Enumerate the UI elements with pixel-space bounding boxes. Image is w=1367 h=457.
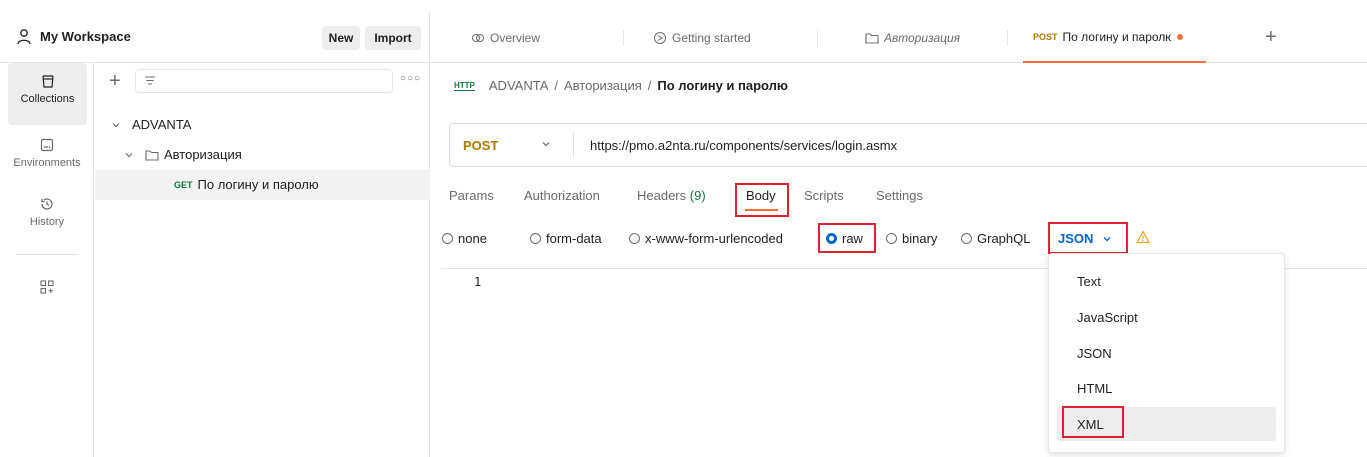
rail-history-label: History: [29, 216, 65, 228]
tab-headers[interactable]: Headers (9): [637, 188, 706, 203]
radio-graphql-label: GraphQL: [977, 231, 1031, 246]
radio-none-label: none: [458, 231, 487, 246]
headers-count: (9): [689, 188, 706, 203]
rail-divider: [16, 254, 78, 255]
rail-environments[interactable]: Environments: [0, 137, 94, 187]
method-select[interactable]: POST: [463, 138, 498, 153]
add-workbench-icon: [40, 280, 54, 294]
tab-getting-started-label: Getting started: [672, 30, 751, 45]
tree-request-row[interactable]: GET По логину и паролю: [174, 177, 319, 192]
chevron-down-icon[interactable]: [540, 138, 552, 150]
rail-history[interactable]: History: [0, 196, 94, 246]
radio-urlencoded[interactable]: x-www-form-urlencoded: [629, 231, 783, 246]
tree-collection-row[interactable]: ADVANTA: [111, 117, 191, 132]
radio-circle-icon: [442, 233, 453, 244]
highlight-box-json: [1048, 222, 1128, 254]
tab-active-request[interactable]: POST По логину и паролю: [1023, 12, 1206, 63]
rail-collections-label: Collections: [20, 93, 75, 105]
tab-getting-started[interactable]: Getting started: [653, 12, 751, 63]
collections-panel: + ○○○ ADVANTA Авторизация GET По логину …: [95, 63, 430, 457]
tab-scripts[interactable]: Scripts: [804, 188, 844, 203]
tab-method-badge: POST: [1033, 31, 1058, 42]
radio-form-data-label: form-data: [546, 231, 602, 246]
chevron-down-icon: [125, 152, 133, 157]
dropdown-item-html[interactable]: HTML: [1057, 371, 1276, 405]
history-icon: [41, 198, 53, 210]
request-name: По логину и паролю: [197, 177, 319, 192]
tab-params[interactable]: Params: [449, 188, 494, 203]
tab-headers-label: Headers: [637, 188, 687, 203]
radio-graphql[interactable]: GraphQL: [961, 231, 1030, 246]
tab-authorization[interactable]: Authorization: [524, 188, 600, 203]
radio-binary[interactable]: binary: [886, 231, 937, 246]
breadcrumb-separator: /: [554, 78, 558, 93]
line-number: 1: [474, 275, 482, 289]
http-icon: HTTP: [454, 80, 475, 91]
filter-icon: [145, 76, 155, 85]
filter-input[interactable]: [135, 69, 393, 93]
rail-environments-label: Environments: [13, 157, 81, 169]
tabs-bar: Overview Getting started Авторизация POS…: [431, 12, 1367, 63]
chevron-down-icon: [112, 122, 120, 127]
breadcrumb-separator: /: [647, 78, 652, 93]
radio-circle-icon: [961, 233, 972, 244]
url-input[interactable]: https://pmo.a2nta.ru/components/services…: [590, 138, 897, 153]
breadcrumb-collection[interactable]: ADVANTA: [489, 78, 548, 93]
add-collection-icon[interactable]: +: [109, 71, 121, 91]
editor-gutter: 1: [441, 269, 497, 457]
tab-separator: [817, 30, 818, 46]
rail-collections[interactable]: Collections: [8, 63, 87, 125]
unsaved-dot-icon: [1176, 33, 1183, 40]
radio-none[interactable]: none: [442, 231, 487, 246]
radio-circle-icon: [886, 233, 897, 244]
breadcrumb: HTTP ADVANTA / Авторизация / По логину и…: [454, 78, 788, 93]
environments-icon: [40, 138, 54, 152]
tab-separator: [1007, 30, 1008, 46]
tab-separator: [623, 30, 624, 46]
folder-icon: [145, 149, 159, 161]
overview-icon: [472, 33, 484, 42]
tab-folder[interactable]: Авторизация: [865, 12, 960, 63]
breadcrumb-current[interactable]: По логину и паролю: [657, 78, 788, 93]
collections-icon: [41, 75, 54, 88]
top-strip: [0, 0, 1367, 12]
method-badge: GET: [174, 179, 193, 190]
radio-circle-icon: [629, 233, 640, 244]
highlight-box-xml: [1062, 406, 1124, 438]
radio-binary-label: binary: [902, 231, 938, 246]
user-icon: [17, 29, 31, 45]
add-tab-icon[interactable]: +: [1265, 26, 1277, 49]
highlight-box-body: [735, 183, 789, 217]
highlight-box-raw: [818, 223, 876, 253]
radio-circle-icon: [530, 233, 541, 244]
folder-icon: [865, 32, 879, 44]
dropdown-item-json[interactable]: JSON: [1057, 336, 1276, 370]
tab-folder-label: Авторизация: [884, 30, 961, 45]
dropdown-item-text[interactable]: Text: [1057, 264, 1276, 298]
folder-name: Авторизация: [164, 147, 242, 162]
radio-urlencoded-label: x-www-form-urlencoded: [645, 231, 783, 246]
url-divider: [573, 132, 574, 158]
tab-settings[interactable]: Settings: [876, 188, 923, 203]
tree-folder-row[interactable]: Авторизация: [124, 147, 242, 162]
breadcrumb-folder[interactable]: Авторизация: [564, 78, 642, 93]
workspace-header: My Workspace New Import: [0, 12, 430, 63]
tab-overview[interactable]: Overview: [471, 12, 540, 63]
rail-configure[interactable]: [0, 279, 94, 303]
new-button[interactable]: New: [322, 26, 360, 50]
url-bar: POST https://pmo.a2nta.ru/components/ser…: [449, 123, 1367, 167]
left-rail: Collections Environments History: [0, 63, 94, 457]
dropdown-item-javascript[interactable]: JavaScript: [1057, 300, 1276, 334]
more-options-icon[interactable]: ○○○: [400, 73, 421, 84]
warning-icon[interactable]: [1136, 230, 1150, 244]
tab-overview-label: Overview: [490, 30, 541, 45]
getting-started-icon: [654, 31, 666, 44]
workspace-title[interactable]: My Workspace: [40, 29, 131, 44]
collection-name: ADVANTA: [132, 117, 192, 132]
radio-form-data[interactable]: form-data: [530, 231, 602, 246]
tab-request-label: По логину и паролю: [1062, 29, 1171, 44]
import-button[interactable]: Import: [365, 26, 421, 50]
